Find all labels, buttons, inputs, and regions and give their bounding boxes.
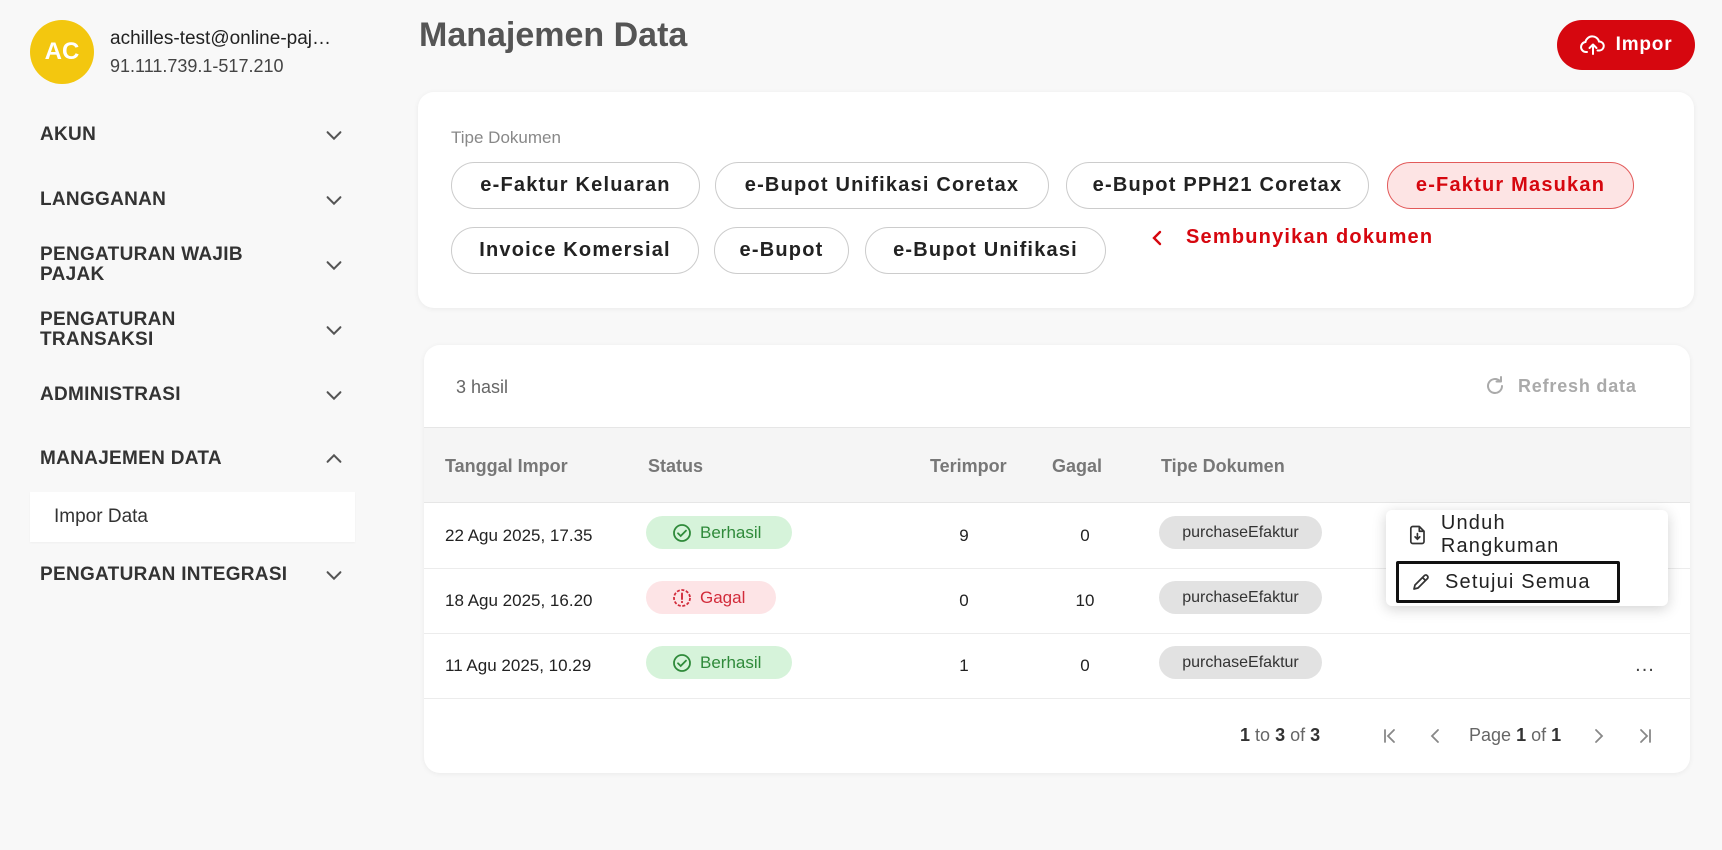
doctype-badge: purchaseEfaktur (1159, 646, 1322, 679)
column-header-tipe-dokumen[interactable]: Tipe Dokumen (1161, 456, 1285, 477)
row-more-button[interactable]: ... (1630, 650, 1660, 680)
page-indicator: Page 1 of 1 (1469, 725, 1562, 745)
table-row: 11 Agu 2025, 10.29 Berhasil 1 0 purchase… (424, 634, 1690, 699)
cloud-upload-icon (1579, 35, 1605, 55)
imported-count: 0 (959, 591, 969, 610)
column-header-terimpor[interactable]: Terimpor (930, 456, 1007, 477)
document-type-filter: Tipe Dokumen e-Faktur Keluaran e-Bupot U… (418, 92, 1694, 308)
chevron-down-icon (326, 571, 342, 581)
chip-e-bupot-unifikasi[interactable]: e-Bupot Unifikasi (865, 227, 1106, 274)
imported-count: 9 (959, 526, 969, 545)
menu-item-setujui-semua[interactable]: Setujui Semua (1396, 561, 1620, 603)
sidebar-item-akun[interactable]: AKUN (30, 110, 355, 160)
first-page-icon (1384, 729, 1395, 743)
status-badge: Berhasil (646, 516, 792, 549)
chevron-right-icon (1595, 729, 1604, 743)
profile-tax-id: 91.111.739.1-517.210 (110, 55, 284, 76)
sidebar-item-pengaturan-wajib-pajak[interactable]: PENGATURAN WAJIB PAJAK (30, 240, 355, 290)
sidebar-item-pengaturan-integrasi[interactable]: PENGATURAN INTEGRASI (30, 550, 355, 600)
last-page-button[interactable] (1633, 724, 1657, 748)
doctype-badge: purchaseEfaktur (1159, 581, 1322, 614)
status-badge: Berhasil (646, 646, 792, 679)
sidebar-item-manajemen-data[interactable]: MANAJEMEN DATA (30, 434, 355, 484)
profile[interactable]: AC achilles-test@online-pajak.com 91.111… (30, 20, 340, 84)
status-badge: Gagal (646, 581, 776, 614)
sidebar-item-administrasi[interactable]: ADMINISTRASI (30, 370, 355, 420)
doctype-badge: purchaseEfaktur (1159, 516, 1322, 549)
refresh-data-button[interactable]: Refresh data (1484, 375, 1637, 397)
sidebar-item-langganan[interactable]: LANGGANAN (30, 175, 355, 225)
chip-e-faktur-keluaran[interactable]: e-Faktur Keluaran (451, 162, 700, 209)
sidebar-item-pengaturan-transaksi[interactable]: PENGATURAN TRANSAKSI (30, 305, 355, 355)
column-header-tanggal-impor[interactable]: Tanggal Impor (445, 456, 568, 477)
sidebar: AC achilles-test@online-pajak.com 91.111… (0, 0, 375, 850)
chevron-down-icon (326, 131, 342, 141)
profile-email: achilles-test@online-pajak.com (110, 27, 340, 49)
previous-page-button[interactable] (1424, 724, 1448, 748)
results-count: 3 hasil (456, 377, 509, 397)
chevron-down-icon (326, 196, 342, 206)
chip-e-bupot[interactable]: e-Bupot (714, 227, 849, 274)
chip-e-bupot-pph21-coretax[interactable]: e-Bupot PPH21 Coretax (1066, 162, 1369, 209)
table-header: Tanggal Impor Status Terimpor Gagal Tipe… (424, 427, 1690, 503)
alert-circle-icon (673, 588, 691, 607)
chip-e-faktur-masukan[interactable]: e-Faktur Masukan (1387, 162, 1634, 209)
chevron-down-icon (326, 261, 342, 271)
chevron-down-icon (326, 326, 342, 336)
check-circle-icon (673, 523, 691, 542)
sidebar-nav: AKUN LANGGANAN PENGATURAN WAJIB PAJAK PE… (30, 110, 355, 600)
failed-count: 0 (1080, 656, 1090, 675)
chevron-down-icon (326, 391, 342, 401)
import-date: 18 Agu 2025, 16.20 (445, 591, 593, 610)
row-actions-menu: Unduh Rangkuman Setujui Semua (1386, 510, 1668, 606)
import-date: 11 Agu 2025, 10.29 (445, 656, 592, 675)
next-page-button[interactable] (1586, 724, 1610, 748)
page-title: Manajemen Data (419, 16, 688, 54)
hide-documents-link[interactable]: Sembunyikan dokumen (1150, 226, 1433, 249)
menu-item-unduh-rangkuman[interactable]: Unduh Rangkuman (1396, 512, 1620, 557)
refresh-icon (1487, 376, 1503, 394)
chevron-left-icon (1430, 729, 1439, 743)
first-page-button[interactable] (1378, 724, 1402, 748)
chip-e-bupot-unifikasi-coretax[interactable]: e-Bupot Unifikasi Coretax (715, 162, 1049, 209)
last-page-icon (1640, 729, 1651, 743)
failed-count: 0 (1080, 526, 1090, 545)
sidebar-subitem-impor-data[interactable]: Impor Data (30, 492, 355, 542)
file-download-icon (1409, 525, 1425, 545)
chevron-up-icon (326, 453, 342, 463)
pencil-icon (1413, 574, 1429, 590)
failed-count: 10 (1075, 591, 1095, 610)
column-header-gagal[interactable]: Gagal (1052, 456, 1102, 477)
check-circle-icon (673, 653, 691, 672)
chip-invoice-komersial[interactable]: Invoice Komersial (451, 227, 699, 274)
column-header-status[interactable]: Status (648, 456, 703, 477)
filter-label: Tipe Dokumen (451, 128, 561, 147)
chevron-left-icon (1152, 230, 1162, 245)
impor-button[interactable]: Impor (1557, 20, 1695, 70)
avatar: AC (30, 20, 94, 84)
pagination-range: 1 to 3 of 3 (1240, 725, 1321, 745)
import-date: 22 Agu 2025, 17.35 (445, 526, 593, 545)
imported-count: 1 (959, 656, 969, 675)
